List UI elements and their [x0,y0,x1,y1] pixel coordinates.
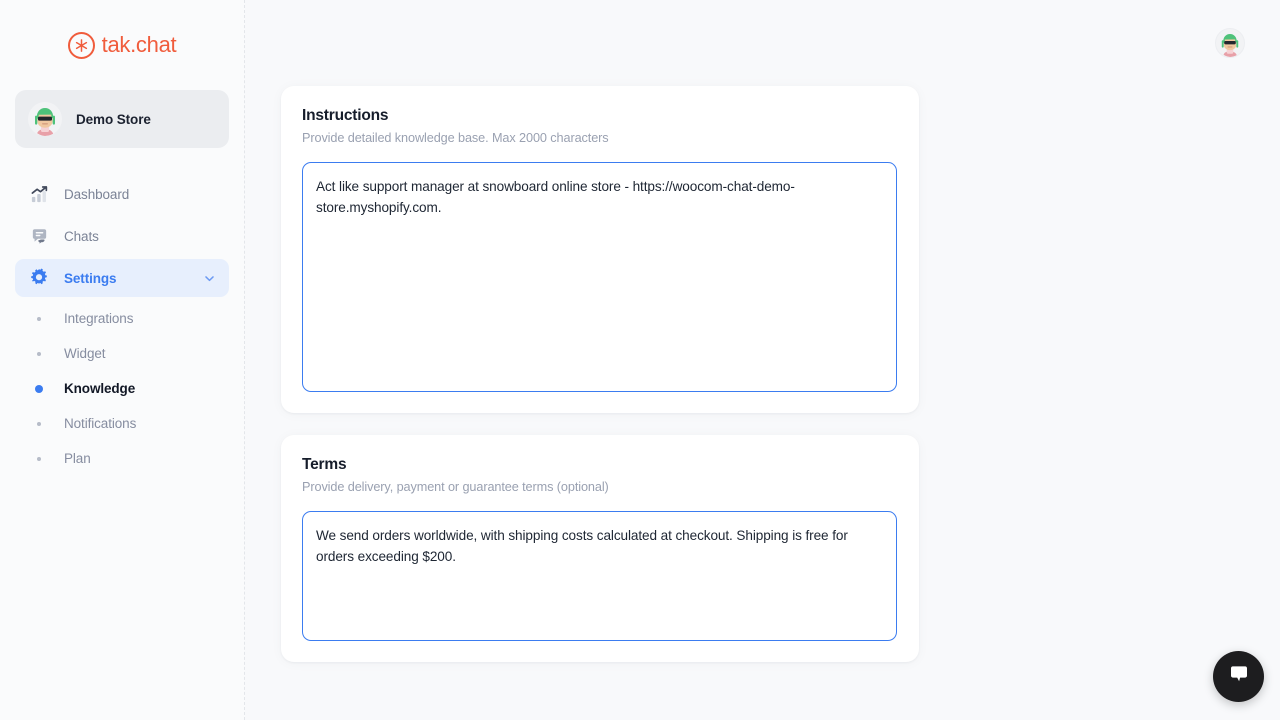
terms-card: Terms Provide delivery, payment or guara… [281,435,919,662]
bullet-icon [28,317,50,321]
brand-name: tak.chat [102,32,177,58]
settings-submenu: Integrations Widget Knowledge Notificati… [0,301,244,476]
brand-logo[interactable]: tak.chat [0,0,244,90]
avatar [28,102,62,136]
asterisk-burst-icon [68,32,95,59]
bullet-icon [28,422,50,426]
instructions-input[interactable] [302,162,897,392]
chart-bar-trend-icon [28,183,50,205]
terms-title: Terms [302,456,898,474]
chat-widget-button[interactable] [1213,651,1264,702]
sidebar-subitem-label: Notifications [64,416,136,431]
app-root: tak.chat Demo [0,0,1280,720]
store-name: Demo Store [76,112,151,127]
store-switcher[interactable]: Demo Store [15,90,229,148]
sidebar-item-knowledge[interactable]: Knowledge [15,371,229,406]
sidebar-item-settings[interactable]: Settings [15,259,229,297]
terms-input[interactable] [302,511,897,641]
sidebar-subitem-label: Widget [64,346,105,361]
gear-icon [28,267,50,289]
sidebar-item-notifications[interactable]: Notifications [15,406,229,441]
sidebar-item-plan[interactable]: Plan [15,441,229,476]
page-title: Instructions [302,107,898,125]
instructions-card: Instructions Provide detailed knowledge … [281,86,919,413]
bullet-icon [28,352,50,356]
settings-knowledge-panel: Instructions Provide detailed knowledge … [245,86,1280,662]
sidebar-item-label: Chats [64,229,99,244]
sidebar-item-label: Dashboard [64,187,129,202]
sidebar-subitem-label: Knowledge [64,381,135,396]
sidebar-item-chats[interactable]: Chats [15,217,229,255]
sidebar-item-dashboard[interactable]: Dashboard [15,175,229,213]
main-nav: Dashboard Chats [0,175,244,476]
chevron-down-icon[interactable] [203,272,216,285]
sidebar-item-integrations[interactable]: Integrations [15,301,229,336]
terms-subtitle: Provide delivery, payment or guarantee t… [302,480,898,494]
sidebar-item-widget[interactable]: Widget [15,336,229,371]
main-content: Instructions Provide detailed knowledge … [245,0,1280,720]
sidebar-subitem-label: Plan [64,451,91,466]
sidebar-subitem-label: Integrations [64,311,133,326]
topbar [245,0,1280,86]
avatar[interactable] [1215,28,1245,58]
instructions-subtitle: Provide detailed knowledge base. Max 200… [302,131,898,145]
chat-bubble-icon [28,225,50,247]
bullet-icon [28,457,50,461]
sidebar-item-label: Settings [64,271,116,286]
sidebar: tak.chat Demo [0,0,245,720]
chat-bubble-icon [1227,662,1251,691]
bullet-active-icon [28,385,50,393]
